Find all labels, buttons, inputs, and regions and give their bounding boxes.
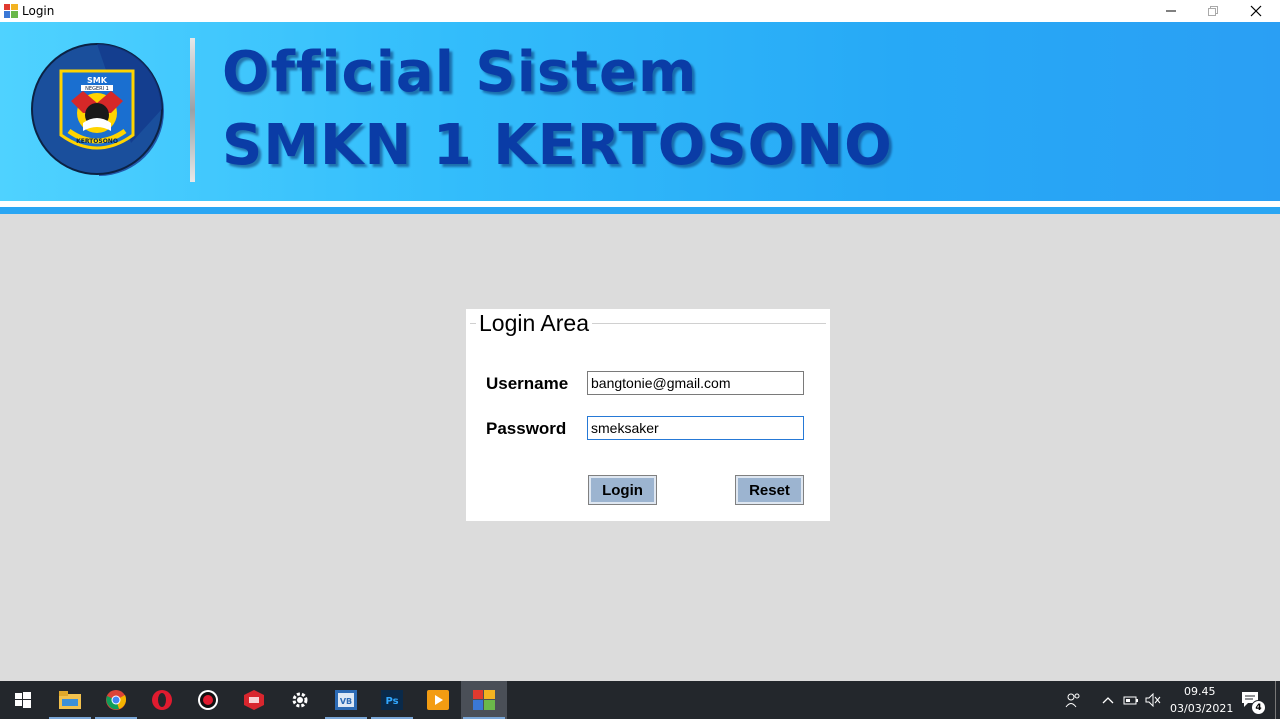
- taskbar: VB Ps 09.45 03/03/2021 4: [0, 681, 1280, 719]
- chrome-icon: [106, 690, 127, 710]
- window-title: Login: [22, 4, 55, 18]
- folder-icon: [59, 691, 81, 709]
- show-desktop-divider[interactable]: [1275, 681, 1276, 719]
- login-app-icon: [473, 690, 495, 710]
- banner-stripe-blue: [0, 207, 1280, 214]
- chevron-up-icon: [1102, 697, 1114, 704]
- notification-center[interactable]: 4: [1232, 681, 1270, 719]
- title-bar: Login: [0, 0, 1280, 22]
- restore-icon: [1208, 6, 1218, 16]
- svg-text:Ps: Ps: [385, 696, 398, 707]
- logo-text-bottom: KERTOSONO: [76, 138, 118, 145]
- login-button[interactable]: Login: [588, 475, 657, 505]
- password-input[interactable]: [587, 416, 804, 440]
- minimize-icon: [1166, 10, 1176, 12]
- windows-start-icon: [15, 692, 31, 708]
- start-button[interactable]: [0, 681, 46, 719]
- sketchup-icon: [244, 690, 264, 710]
- close-icon: [1250, 5, 1262, 17]
- banner-title-line2: SMKN 1 KERTOSONO: [222, 113, 893, 178]
- reset-button[interactable]: Reset: [735, 475, 804, 505]
- tray-people[interactable]: [1053, 681, 1093, 719]
- taskbar-file-explorer[interactable]: [47, 681, 93, 719]
- login-area-title: Login Area: [476, 310, 592, 337]
- username-label: Username: [486, 374, 569, 393]
- clock-date[interactable]: 03/03/2021: [1170, 702, 1233, 715]
- app-icon: [4, 4, 18, 18]
- tray-show-hidden[interactable]: [1096, 681, 1120, 719]
- taskbar-settings[interactable]: [277, 681, 323, 719]
- taskbar-sketchup[interactable]: [231, 681, 277, 719]
- username-input[interactable]: [587, 371, 804, 395]
- close-button[interactable]: [1235, 0, 1277, 22]
- battery-icon: [1123, 696, 1138, 705]
- clock-time[interactable]: 09.45: [1184, 685, 1216, 698]
- password-label: Password: [486, 419, 567, 438]
- taskbar-media-player[interactable]: [415, 681, 461, 719]
- school-logo: SMK NEGERI 1 KERTOSONO: [31, 43, 164, 176]
- taskbar-visual-basic[interactable]: VB: [323, 681, 369, 719]
- svg-text:VB: VB: [340, 697, 352, 706]
- taskbar-photoshop[interactable]: Ps: [369, 681, 415, 719]
- logo-text-top: SMK: [87, 76, 108, 85]
- volume-muted-icon: [1145, 693, 1161, 707]
- logo-ribbon-text: NEGERI 1: [85, 86, 109, 92]
- gear-icon: [292, 692, 308, 708]
- tray-volume[interactable]: [1141, 681, 1165, 719]
- notification-count-badge: 4: [1251, 700, 1266, 715]
- tray-battery[interactable]: [1119, 681, 1143, 719]
- restore-button[interactable]: [1192, 0, 1234, 22]
- vb-icon: VB: [335, 690, 357, 710]
- record-icon: [198, 690, 218, 710]
- banner-divider: [190, 38, 195, 182]
- media-player-icon: [427, 690, 449, 710]
- taskbar-login-app[interactable]: [461, 681, 507, 719]
- people-icon: [1065, 693, 1080, 708]
- taskbar-chrome[interactable]: [93, 681, 139, 719]
- opera-icon: [152, 690, 172, 710]
- banner-title-line1: Official Sistem: [222, 40, 698, 105]
- taskbar-recorder[interactable]: [185, 681, 231, 719]
- taskbar-opera[interactable]: [139, 681, 185, 719]
- photoshop-icon: Ps: [381, 690, 403, 710]
- minimize-button[interactable]: [1150, 0, 1192, 22]
- login-panel: Login Area Username Password Login Reset: [466, 309, 830, 521]
